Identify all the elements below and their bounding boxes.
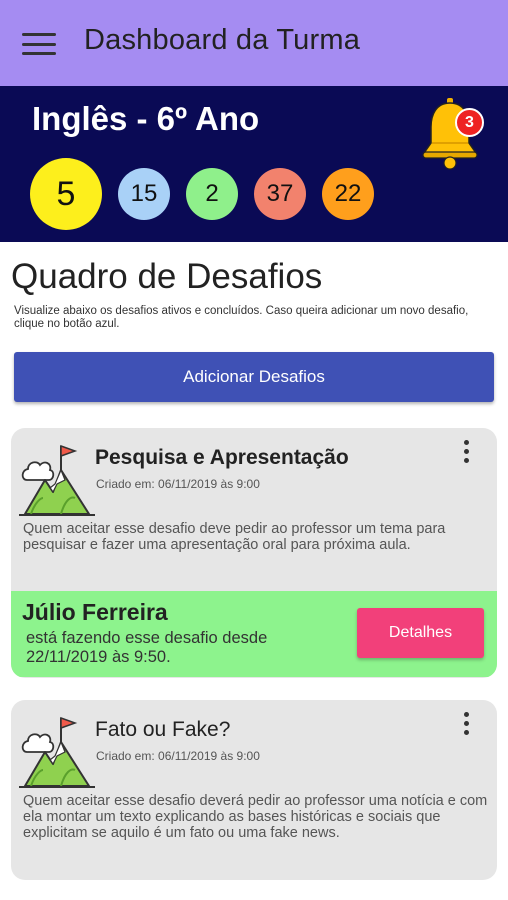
stat-circle-2[interactable]: 15 [118, 168, 170, 220]
class-title: Inglês - 6º Ano [32, 100, 260, 137]
add-challenge-button[interactable]: Adicionar Desafios [14, 352, 494, 402]
details-button[interactable]: Detalhes [357, 608, 484, 658]
challenge-card[interactable]: Pesquisa e Apresentação Criado em: 06/11… [11, 428, 497, 678]
stat-circle-1[interactable]: 5 [30, 158, 102, 230]
board-title: Quadro de Desafios [11, 257, 323, 296]
app-bar: Dashboard da Turma [0, 0, 508, 86]
notification-badge: 3 [455, 108, 484, 137]
mountain-flag-icon [19, 444, 95, 516]
challenge-created-date: Criado em: 06/11/2019 às 9:00 [96, 749, 260, 763]
board-description: Visualize abaixo os desafios ativos e co… [14, 305, 469, 330]
challenge-title: Fato ou Fake? [95, 718, 231, 741]
app-title: Dashboard da Turma [84, 24, 361, 56]
class-header: Inglês - 6º Ano 3 5 15 2 37 22 [0, 86, 508, 242]
student-name: Júlio Ferreira [22, 599, 168, 625]
stat-circle-4[interactable]: 37 [254, 168, 306, 220]
mountain-flag-icon [19, 716, 95, 788]
challenge-description: Quem aceitar esse desafio deverá pedir a… [23, 793, 488, 841]
challenge-description: Quem aceitar esse desafio deve pedir ao … [23, 521, 446, 553]
in-progress-text: está fazendo esse desafio desde 22/11/20… [26, 629, 268, 666]
hamburger-menu-icon[interactable] [22, 33, 56, 55]
more-options-icon[interactable] [459, 712, 473, 738]
stat-circle-5[interactable]: 22 [322, 168, 374, 220]
challenge-created-date: Criado em: 06/11/2019 às 9:00 [96, 477, 260, 491]
more-options-icon[interactable] [459, 440, 473, 466]
challenge-card[interactable]: Fato ou Fake? Criado em: 06/11/2019 às 9… [11, 700, 497, 880]
challenge-title: Pesquisa e Apresentação [95, 446, 349, 469]
stat-circle-3[interactable]: 2 [186, 168, 238, 220]
in-progress-panel: Júlio Ferreira está fazendo esse desafio… [11, 591, 497, 677]
